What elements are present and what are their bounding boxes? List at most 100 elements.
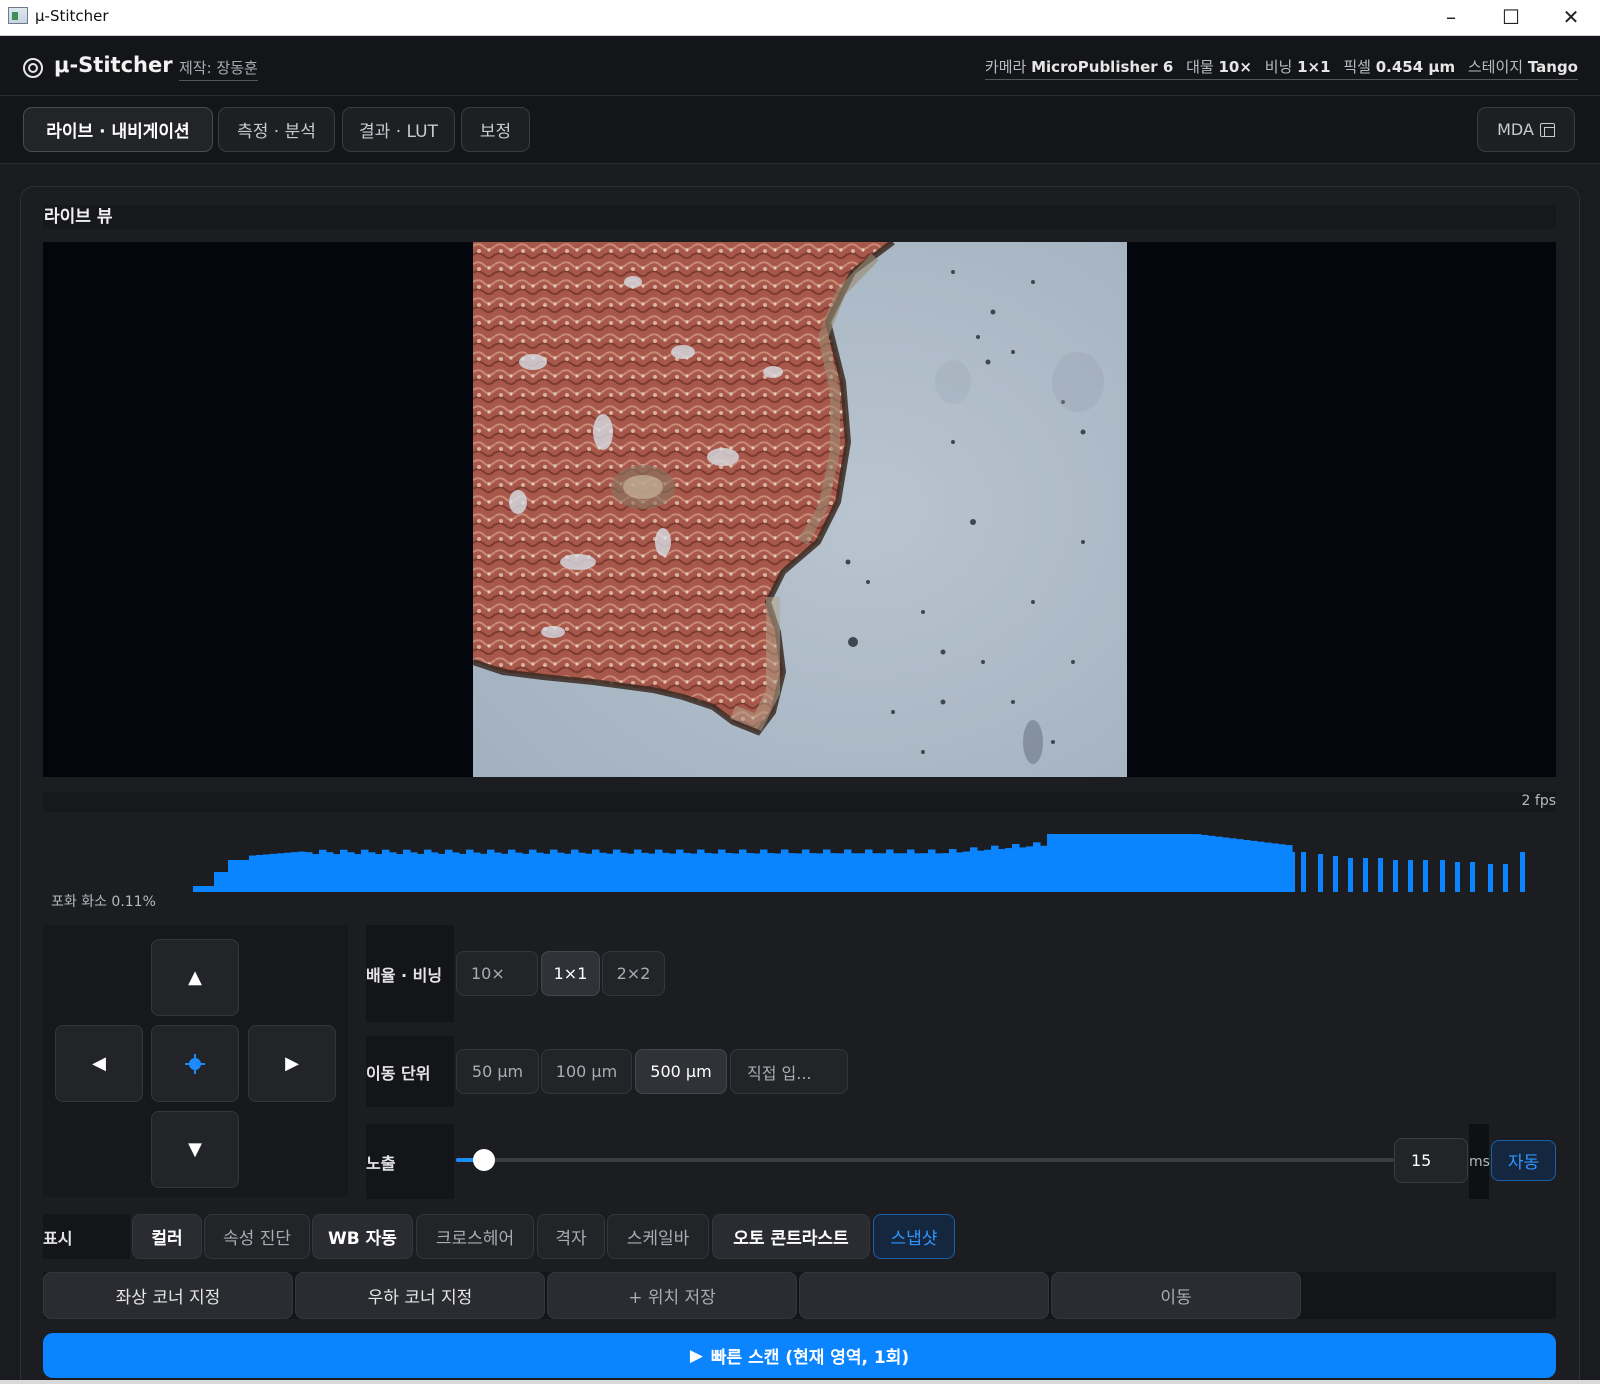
move-left-button[interactable]: ◀	[55, 1025, 143, 1102]
binning-value: 1×1	[1297, 58, 1331, 76]
step-500um-option[interactable]: 500 µm	[635, 1049, 727, 1094]
move-to-position-button[interactable]: 이동	[1051, 1272, 1301, 1319]
saved-position-select[interactable]	[799, 1272, 1049, 1319]
set-bottom-right-corner-button[interactable]: 우하 코너 지정	[295, 1272, 545, 1319]
live-view-title: 라이브 뷰	[43, 205, 1556, 229]
close-button[interactable]: ✕	[1542, 0, 1600, 34]
tab-calibration[interactable]: 보정	[461, 107, 530, 152]
move-up-button[interactable]: ▲	[151, 939, 239, 1016]
display-auto-contrast-toggle[interactable]: 오토 콘트라스트	[712, 1214, 870, 1259]
histogram-bin	[452, 852, 460, 892]
step-50um-option[interactable]: 50 µm	[456, 1049, 539, 1094]
histogram-bin	[949, 849, 957, 892]
histogram-bin	[907, 849, 915, 892]
histogram-bin	[928, 849, 936, 892]
histogram-bin	[543, 853, 551, 892]
histogram-bin	[900, 853, 908, 892]
histogram-bin	[655, 849, 663, 892]
histogram-bin	[564, 853, 572, 892]
histogram-bin	[361, 849, 369, 892]
histogram-bin	[767, 853, 775, 892]
display-grid-toggle[interactable]: 격자	[537, 1214, 605, 1259]
histogram-bin	[872, 853, 880, 892]
binning-2x2-option[interactable]: 2×2	[602, 951, 665, 996]
camera-info: 카메라 MicroPublisher 6 대물 10× 비닝 1×1 픽셀 0.…	[984, 56, 1578, 80]
histogram-bin	[1194, 834, 1202, 892]
display-color-toggle[interactable]: 컬러	[132, 1214, 202, 1259]
histogram-bin	[291, 852, 299, 892]
histogram-bin	[942, 853, 950, 892]
histogram-bin	[340, 849, 348, 892]
histogram-bin	[620, 852, 628, 892]
histogram-bin	[354, 854, 362, 892]
maximize-button[interactable]: ☐	[1482, 0, 1540, 34]
histogram-bin	[235, 860, 243, 892]
histogram-bin	[1301, 852, 1306, 892]
binning-1x1-option[interactable]: 1×1	[541, 951, 600, 996]
histogram-bin	[1096, 834, 1104, 892]
histogram-bin	[1215, 836, 1223, 892]
histogram-bin	[1075, 834, 1083, 892]
display-wb-auto-toggle[interactable]: WB 자동	[312, 1214, 413, 1259]
display-scalebar-toggle[interactable]: 스케일바	[607, 1214, 709, 1259]
objective-10x-option[interactable]: 10×	[456, 951, 538, 996]
histogram-bin	[473, 852, 481, 892]
histogram-bin	[1187, 834, 1195, 892]
home-button[interactable]	[151, 1025, 239, 1102]
histogram-bin	[1103, 834, 1111, 892]
histogram-bin	[249, 855, 257, 892]
histogram-bin	[802, 849, 810, 892]
mda-button[interactable]: MDA	[1477, 107, 1575, 152]
exposure-slider-fill	[456, 1158, 475, 1162]
histogram-bin	[599, 852, 607, 892]
histogram-bin	[879, 853, 887, 892]
histogram-bin	[746, 853, 754, 892]
tab-live-navigation[interactable]: 라이브 · 내비게이션	[23, 107, 213, 152]
exposure-unit: ms	[1469, 1124, 1490, 1199]
exposure-slider-thumb[interactable]	[472, 1149, 495, 1171]
saturation-readout: 포화 화소 0.11%	[51, 894, 156, 910]
tab-results-lut[interactable]: 결과 · LUT	[342, 107, 455, 152]
histogram-bin	[1173, 834, 1181, 892]
step-custom-input[interactable]: 직접 입...	[730, 1049, 848, 1094]
set-top-left-corner-button[interactable]: 좌상 코너 지정	[43, 1272, 293, 1319]
minimize-button[interactable]: –	[1422, 0, 1480, 34]
histogram-bin	[417, 853, 425, 892]
histogram-bin	[333, 854, 341, 892]
quick-scan-button[interactable]: ▶ 빠른 스캔 (현재 영역, 1회)	[43, 1333, 1556, 1378]
histogram-bin	[1012, 843, 1020, 892]
histogram-bin	[382, 849, 390, 892]
histogram-bin	[1229, 838, 1237, 892]
crosshair-home-icon	[185, 1053, 205, 1074]
move-right-button[interactable]: ▶	[248, 1025, 336, 1102]
histogram-bin	[1068, 834, 1076, 892]
histogram-bin	[1243, 840, 1251, 892]
live-viewport[interactable]	[43, 242, 1556, 777]
histogram-bin	[886, 849, 894, 892]
histogram-bin	[284, 852, 292, 892]
histogram-bin	[1348, 858, 1353, 892]
histogram-bin	[935, 853, 943, 892]
histogram-bin	[823, 849, 831, 892]
histogram-bin	[697, 849, 705, 892]
display-label: 표시	[43, 1214, 130, 1259]
histogram-bin	[627, 853, 635, 892]
histogram-bin	[207, 886, 215, 892]
histogram-bin	[830, 853, 838, 892]
display-diagnosis-toggle[interactable]: 속성 진단	[204, 1214, 310, 1259]
histogram-bin	[963, 851, 971, 892]
histogram-bin	[410, 852, 418, 892]
histogram-bin	[781, 849, 789, 892]
histogram-bin	[522, 853, 530, 892]
auto-exposure-button[interactable]: 자동	[1491, 1140, 1556, 1181]
exposure-slider-track[interactable]	[456, 1158, 1394, 1162]
save-position-button[interactable]: + 위치 저장	[547, 1272, 797, 1319]
display-crosshair-toggle[interactable]: 크로스헤어	[416, 1214, 534, 1259]
histogram-bin	[242, 860, 250, 892]
histogram-bin	[1363, 858, 1368, 892]
snapshot-button[interactable]: 스냅샷	[873, 1214, 955, 1259]
move-down-button[interactable]: ▼	[151, 1111, 239, 1188]
exposure-input[interactable]	[1394, 1138, 1468, 1183]
tab-measure-analysis[interactable]: 측정 · 분석	[218, 107, 335, 152]
step-100um-option[interactable]: 100 µm	[541, 1049, 632, 1094]
